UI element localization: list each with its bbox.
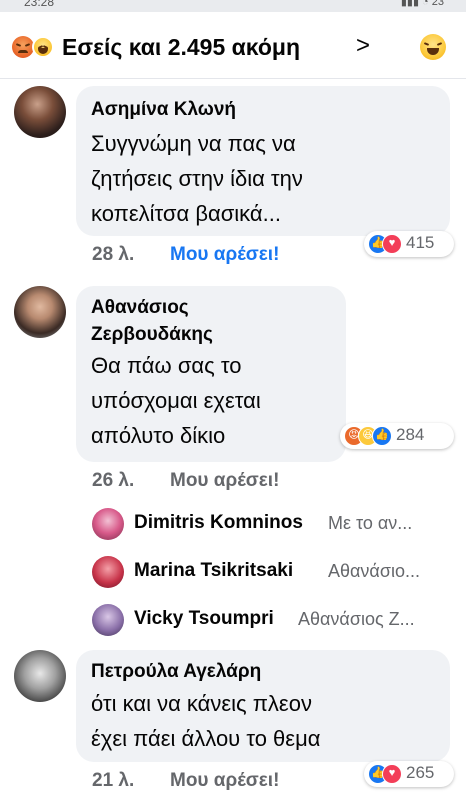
angry-reaction-icon [12, 36, 34, 58]
reply-snippet: Αθανάσιος Ζ... [298, 609, 415, 629]
reaction-count-pill[interactable]: 😡 😆 👍 284 [340, 423, 454, 449]
reaction-count-pill[interactable]: 👍 ♥ 265 [364, 761, 454, 787]
status-time: 23:28 [24, 0, 55, 9]
laugh-react-button-icon[interactable] [420, 34, 446, 60]
comment-author[interactable]: Αθανάσιος Ζερβουδάκης [91, 294, 213, 348]
reply-snippet: Αθανάσιο... [328, 561, 420, 581]
comment-author[interactable]: Πετρούλα Αγελάρη [91, 658, 261, 685]
reply-preview-row[interactable]: Dimitris Komninos Με το αν... [92, 508, 452, 544]
status-icons: ▮▮▮ ◔ 23 [400, 0, 444, 8]
reactions-header[interactable]: Εσείς και 2.495 ακόμη > [0, 12, 466, 79]
reaction-count: 265 [406, 763, 435, 782]
avatar[interactable] [14, 86, 66, 138]
avatar[interactable] [14, 650, 66, 702]
like-button[interactable]: Μου αρέσει! [170, 470, 279, 492]
comment-text: ότι και να κάνεις πλεον έχει πάει άλλου … [91, 691, 321, 751]
reactions-summary-title[interactable]: Εσείς και 2.495 ακόμη [62, 34, 300, 61]
comment-bubble: Ασημίνα Κλωνή Συγγνώμη να πας να ζητήσει… [76, 86, 450, 236]
reply-author[interactable]: Vicky Tsoumpri [134, 608, 274, 630]
chevron-right-icon[interactable]: > [356, 32, 370, 60]
comment-time: 26 λ. [92, 470, 135, 491]
comment-text: Θα πάω σας το υπόσχομαι εχεται απόλυτο δ… [91, 353, 261, 448]
status-bar: 23:28 ▮▮▮ ◔ 23 [0, 0, 466, 12]
avatar[interactable] [14, 286, 66, 338]
avatar[interactable] [92, 604, 124, 636]
reply-author[interactable]: Marina Tsikritsaki [134, 560, 293, 582]
reply-preview-row[interactable]: Vicky Tsoumpri Αθανάσιος Ζ... [92, 604, 452, 640]
reply-author[interactable]: Dimitris Komninos [134, 512, 303, 534]
like-button[interactable]: Μου αρέσει! [170, 244, 279, 266]
love-reaction-icon: ♥ [382, 764, 402, 784]
reply-snippet: Με το αν... [328, 513, 413, 533]
comment-bubble: Πετρούλα Αγελάρη ότι και να κάνεις πλεον… [76, 650, 450, 762]
reaction-count: 284 [396, 425, 425, 444]
like-reaction-icon: 👍 [372, 426, 392, 446]
reaction-count-pill[interactable]: 👍 ♥ 415 [364, 231, 454, 257]
avatar[interactable] [92, 508, 124, 540]
reaction-count: 415 [406, 233, 435, 252]
love-reaction-icon: ♥ [382, 234, 402, 254]
comment-text: Συγγνώμη να πας να ζητήσεις στην ίδια τη… [91, 131, 303, 226]
comment-time: 21 λ. [92, 770, 135, 791]
like-button[interactable]: Μου αρέσει! [170, 770, 279, 792]
laugh-reaction-icon [32, 36, 54, 58]
comment-author[interactable]: Ασημίνα Κλωνή [91, 96, 236, 123]
avatar[interactable] [92, 556, 124, 588]
comment-time: 28 λ. [92, 244, 135, 265]
reply-preview-row[interactable]: Marina Tsikritsaki Αθανάσιο... [92, 556, 452, 592]
comment-bubble: Αθανάσιος Ζερβουδάκης Θα πάω σας το υπόσ… [76, 286, 346, 462]
